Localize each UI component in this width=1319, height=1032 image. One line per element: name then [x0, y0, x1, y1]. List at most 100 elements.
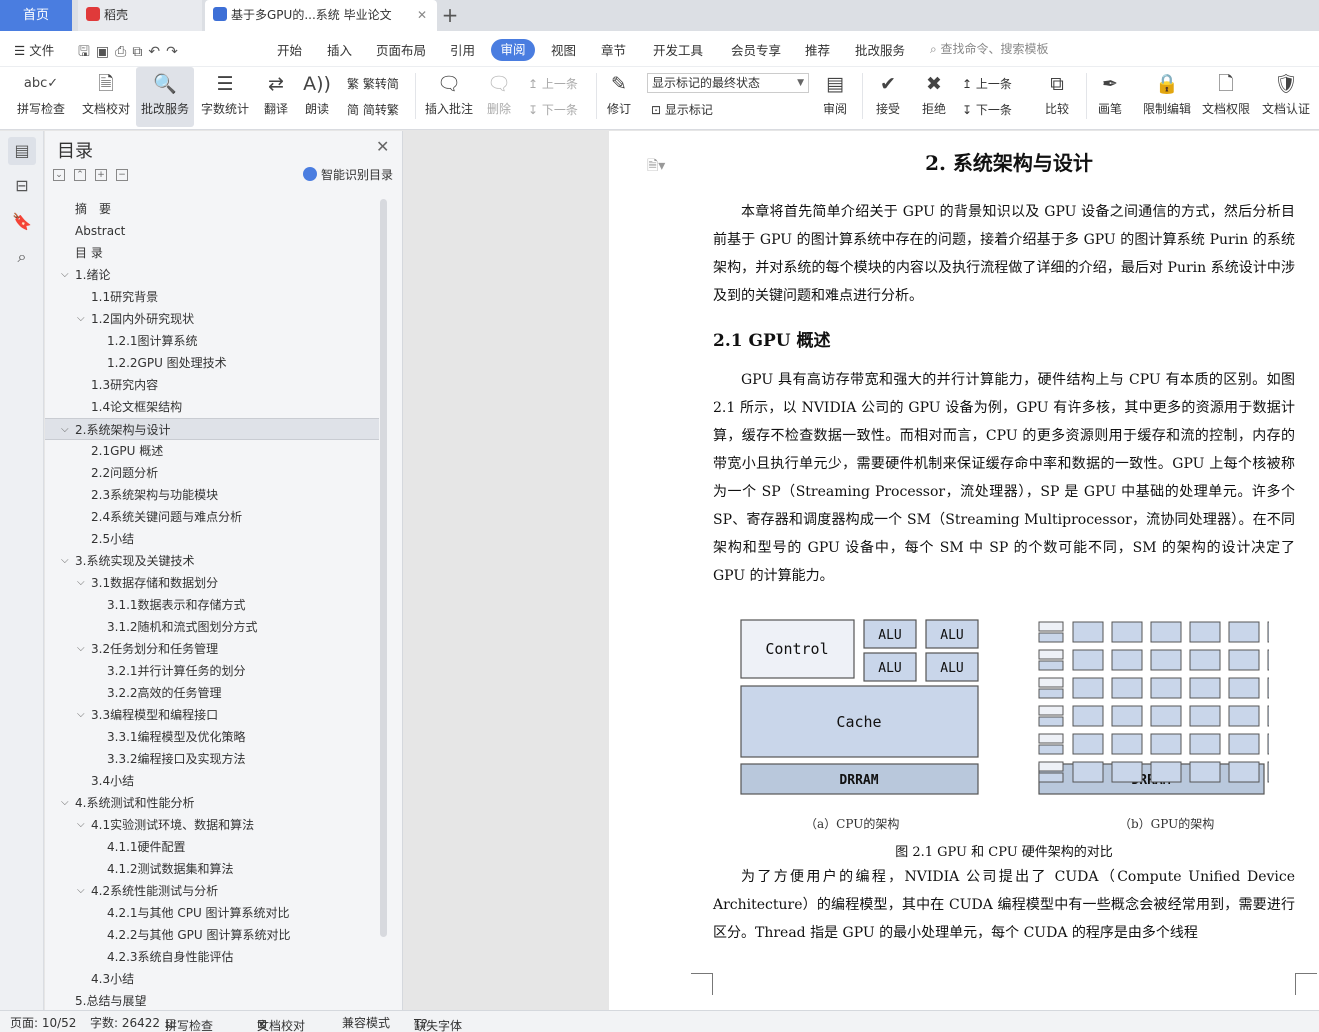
chevron-down-icon[interactable]: ⌵ [61, 419, 69, 441]
toc-item[interactable]: 1.3研究内容 [45, 374, 379, 396]
tab-daoke[interactable]: 稻壳 [78, 0, 202, 31]
reject-button[interactable]: ✖ 拒绝 [914, 67, 954, 127]
chevron-down-icon[interactable]: ⌵ [61, 792, 69, 814]
review-pane-button[interactable]: ▤ 审阅 [816, 67, 854, 127]
toc-item[interactable]: 4.2.2与其他 GPU 图计算系统对比 [45, 924, 379, 946]
toc-item[interactable]: 3.2.2高效的任务管理 [45, 682, 379, 704]
toc-item[interactable]: ⌵ 3.3编程模型和编程接口 [45, 704, 379, 726]
add-heading-icon[interactable]: + [95, 169, 107, 181]
simp-to-trad-button[interactable]: 简 简转繁 [347, 101, 399, 118]
word-count-button[interactable]: ☰ 字数统计 [198, 67, 252, 127]
toc-item[interactable]: 4.2.3系统自身性能评估 [45, 946, 379, 968]
toc-item[interactable]: ⌵ 4.2系统性能测试与分析 [45, 880, 379, 902]
doc-certify-button[interactable]: 🛡 文档认证 [1258, 67, 1314, 127]
read-aloud-button[interactable]: A)) 朗读 [299, 67, 335, 127]
track-changes-button[interactable]: ✎ 修订 [600, 67, 638, 127]
menu-item-recommend[interactable]: 推荐 [805, 40, 830, 59]
file-menu[interactable]: ☰ 文件 [14, 40, 54, 59]
menu-item-reference[interactable]: 引用 [450, 40, 475, 59]
next-comment-button[interactable]: ↧ 下一条 [528, 101, 578, 118]
toc-item[interactable]: ⌵ 3.2任务划分和任务管理 [45, 638, 379, 660]
insert-comment-button[interactable]: 🗨 插入批注 [422, 67, 476, 127]
toc-item[interactable]: 1.2.2GPU 图处理技术 [45, 352, 379, 374]
menu-item-review[interactable]: 审阅 [491, 39, 535, 61]
compare-button[interactable]: ⧉ 比较 [1036, 67, 1078, 127]
delete-comment-button[interactable]: 🗨 删除 [482, 67, 516, 127]
tab-document[interactable]: 基于多GPU的...系统 毕业论文 ✕ [205, 0, 437, 31]
document-page[interactable]: 🗎▾ 2. 系统架构与设计 本章将首先简单介绍关于 GPU 的背景知识以及 GP… [609, 131, 1319, 1010]
quick-access-icons[interactable]: 🖫▣⎙⧉↶↷ [78, 41, 184, 65]
translate-button[interactable]: ⇄ 翻译 [256, 67, 296, 127]
bookmark-icon[interactable]: 🔖 [8, 208, 36, 236]
toc-item[interactable]: 1.4论文框架结构 [45, 396, 379, 418]
word-count-status[interactable]: 字数: 26422 [90, 1014, 160, 1031]
toc-item[interactable]: 2.1GPU 概述 [45, 440, 379, 462]
page-options-icon[interactable]: 🗎▾ [647, 155, 665, 179]
toc-item[interactable]: ⌵ 1.绪论 [45, 264, 379, 286]
chevron-down-icon[interactable]: ⌵ [77, 572, 85, 594]
markup-select[interactable]: 显示标记的最终状态 ▼ [647, 73, 809, 93]
menu-item-member[interactable]: 会员专享 [731, 40, 781, 59]
chevron-down-icon[interactable]: ⌵ [61, 550, 69, 572]
toc-item[interactable]: ⌵ 4.1实验测试环境、数据和算法 [45, 814, 379, 836]
toc-item[interactable]: 4.2.1与其他 CPU 图计算系统对比 [45, 902, 379, 924]
expand-all-icon[interactable]: ⌃ [74, 169, 86, 181]
new-tab-button[interactable]: + [440, 0, 460, 31]
smart-toc-button[interactable]: 智能识别目录 [303, 166, 393, 183]
toc-item[interactable]: 4.1.2测试数据集和算法 [45, 858, 379, 880]
chevron-down-icon[interactable]: ⌵ [77, 638, 85, 660]
menu-item-devtools[interactable]: 开发工具 [653, 40, 703, 59]
collapse-all-icon[interactable]: ⌄ [53, 169, 65, 181]
toc-item[interactable]: Abstract [45, 220, 379, 242]
toc-item[interactable]: 2.2问题分析 [45, 462, 379, 484]
spell-check-button[interactable]: abc✓ 拼写检查 [8, 67, 74, 127]
menu-item-chapter[interactable]: 章节 [601, 40, 626, 59]
toc-item[interactable]: 5.总结与展望 [45, 990, 379, 1012]
toc-item[interactable]: 3.2.1并行计算任务的划分 [45, 660, 379, 682]
chevron-down-icon[interactable]: ⌵ [77, 704, 85, 726]
toc-item[interactable]: ⌵ 1.2国内外研究现状 [45, 308, 379, 330]
menu-item-layout[interactable]: 页面布局 [376, 40, 426, 59]
restrict-edit-button[interactable]: 🔒 限制编辑 [1140, 67, 1194, 127]
show-markup-button[interactable]: ⊡ 显示标记 [651, 101, 713, 118]
toc-item[interactable]: 3.3.1编程模型及优化策略 [45, 726, 379, 748]
menu-item-insert[interactable]: 插入 [327, 40, 352, 59]
menu-item-view[interactable]: 视图 [551, 40, 576, 59]
chapter-nav-icon[interactable]: ⊟ [8, 172, 36, 200]
toc-item[interactable]: 1.1研究背景 [45, 286, 379, 308]
next-change-button[interactable]: ↧ 下一条 [962, 101, 1012, 118]
toc-item[interactable]: 3.1.1数据表示和存储方式 [45, 594, 379, 616]
toc-item[interactable]: 3.4小结 [45, 770, 379, 792]
remove-heading-icon[interactable]: − [116, 169, 128, 181]
chevron-down-icon[interactable]: ⌵ [77, 308, 85, 330]
toc-item[interactable]: 2.3系统架构与功能模块 [45, 484, 379, 506]
toc-item[interactable]: 3.1.2随机和流式图划分方式 [45, 616, 379, 638]
chevron-down-icon[interactable]: ⌵ [61, 264, 69, 286]
toc-item[interactable]: 2.4系统关键问题与难点分析 [45, 506, 379, 528]
tab-home[interactable]: 首页 [0, 0, 72, 31]
menu-item-revise-service[interactable]: 批改服务 [855, 40, 905, 59]
doc-permission-button[interactable]: 🗋 文档权限 [1199, 67, 1253, 127]
close-icon[interactable]: ✕ [376, 137, 389, 156]
trad-to-simp-button[interactable]: 繁 繁转简 [347, 75, 399, 92]
toc-item[interactable]: ⌵ 2.系统架构与设计 [45, 418, 379, 440]
prev-comment-button[interactable]: ↥ 上一条 [528, 75, 578, 92]
toc-item[interactable]: 1.2.1图计算系统 [45, 330, 379, 352]
accept-button[interactable]: ✔ 接受 [868, 67, 908, 127]
revise-service-button[interactable]: 🔍 批改服务 [136, 67, 194, 127]
toc-item[interactable]: ⌵ 3.1数据存储和数据划分 [45, 572, 379, 594]
page-indicator[interactable]: 页面: 10/52 [10, 1014, 76, 1031]
toc-item[interactable]: 4.3小结 [45, 968, 379, 990]
toc-item[interactable]: 2.5小结 [45, 528, 379, 550]
toc-item[interactable]: ⌵ 3.系统实现及关键技术 [45, 550, 379, 572]
pen-button[interactable]: ✒ 画笔 [1092, 67, 1128, 127]
toc-nav-icon[interactable]: ▤ [8, 137, 36, 165]
toc-item[interactable]: ⌵ 4.系统测试和性能分析 [45, 792, 379, 814]
toc-item[interactable]: 目 录 [45, 242, 379, 264]
toc-item[interactable]: 4.1.1硬件配置 [45, 836, 379, 858]
chevron-down-icon[interactable]: ⌵ [77, 814, 85, 836]
toc-scrollbar[interactable] [380, 199, 387, 937]
search-nav-icon[interactable]: ⌕ [8, 243, 36, 271]
toc-item[interactable]: 摘 要 [45, 198, 379, 220]
menu-item-start[interactable]: 开始 [277, 40, 302, 59]
